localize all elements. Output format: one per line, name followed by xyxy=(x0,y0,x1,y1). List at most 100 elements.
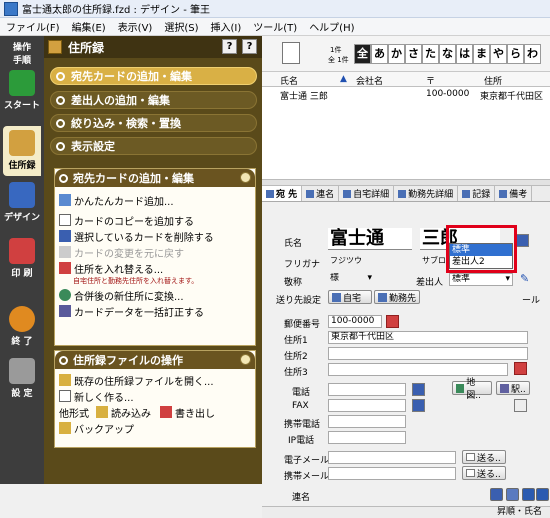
tab-record[interactable]: 記録 xyxy=(458,186,496,201)
sender-select[interactable]: 標準 ▾ xyxy=(449,273,513,286)
backup[interactable]: バックアップ xyxy=(55,420,255,436)
pencil-icon[interactable] xyxy=(490,488,503,501)
nav-sender-label: 差出人の追加・編集 xyxy=(71,94,170,107)
tab-print[interactable]: 印 刷 xyxy=(3,238,41,288)
kana-tab-sa[interactable]: さ xyxy=(405,44,422,64)
honorific-select[interactable]: 様 ▾ xyxy=(328,273,376,286)
home-button[interactable]: 自宅 xyxy=(328,290,372,304)
nav-display-settings[interactable]: 表示設定 xyxy=(50,137,257,155)
export-button[interactable]: 書き出し xyxy=(175,405,215,420)
address1-field[interactable]: 東京都千代田区 xyxy=(328,331,528,344)
kana-tab-ra[interactable]: ら xyxy=(507,44,524,64)
tab-exit[interactable]: 終 了 xyxy=(3,306,41,356)
exit-icon xyxy=(9,306,35,332)
table-row[interactable]: 富士通 三郎 100-0000 東京都千代田区 xyxy=(262,87,550,102)
zip-lookup-icon[interactable] xyxy=(386,315,399,328)
read-icon xyxy=(96,406,108,418)
nav-recipient-card[interactable]: 宛先カードの追加・編集 xyxy=(50,67,257,85)
calendar-icon[interactable] xyxy=(514,399,527,412)
send-email-label: 送る.. xyxy=(477,453,501,464)
pencil-icon[interactable]: ✎ xyxy=(520,273,533,286)
tab-design[interactable]: デザイン xyxy=(3,182,41,232)
column-name[interactable]: 氏名 xyxy=(280,74,298,87)
menu-view[interactable]: 表示(V) xyxy=(112,19,159,34)
kana-tab-wa[interactable]: わ xyxy=(524,44,541,64)
kana-tab-ta[interactable]: た xyxy=(422,44,439,64)
kana-tab-ka[interactable]: か xyxy=(388,44,405,64)
map-button[interactable]: 地図.. xyxy=(452,378,492,401)
kana-tab-ma[interactable]: ま xyxy=(473,44,490,64)
mobile-mail-label: 携帯メール xyxy=(284,472,330,482)
surname-field[interactable]: 富士通 xyxy=(328,228,412,250)
surname-kana-field[interactable]: フジツウ xyxy=(328,255,412,268)
zip-field[interactable]: 100-0000 xyxy=(328,315,382,328)
menu-file[interactable]: ファイル(F) xyxy=(0,19,66,34)
nav-filter-search[interactable]: 絞り込み・検索・置換 xyxy=(50,114,257,132)
tab-notes[interactable]: 備考 xyxy=(495,186,533,201)
splitter[interactable] xyxy=(262,179,550,186)
mobile-mail-field[interactable] xyxy=(328,467,456,480)
ip-phone-field[interactable] xyxy=(328,431,406,444)
card-icon[interactable] xyxy=(516,234,529,247)
eraser-icon[interactable] xyxy=(506,488,519,501)
menu-tools[interactable]: ツール(T) xyxy=(247,19,303,34)
easy-card-add[interactable]: かんたんカード追加... xyxy=(55,192,255,208)
kana-tab-a[interactable]: あ xyxy=(371,44,388,64)
tab-home-detail[interactable]: 自宅詳細 xyxy=(339,186,395,201)
fax-icon[interactable] xyxy=(412,399,425,412)
import-button[interactable]: 読み込み xyxy=(111,405,151,420)
mobile-field[interactable] xyxy=(328,415,406,428)
bullet-icon xyxy=(56,141,65,151)
tab-recipient[interactable]: 宛 先 xyxy=(262,186,303,201)
kana-tab-ya[interactable]: や xyxy=(490,44,507,64)
tab-joint-names[interactable]: 連名 xyxy=(302,186,340,201)
send-mobile-mail-button[interactable]: 送る.. xyxy=(462,466,506,480)
address2-field[interactable] xyxy=(328,347,528,360)
merge-address-convert[interactable]: 合併後の新住所に変換... xyxy=(55,287,255,303)
help-query-button[interactable]: ? xyxy=(222,39,237,54)
column-zip[interactable]: 〒 xyxy=(426,74,435,87)
delete-card[interactable]: 選択しているカードを削除する xyxy=(55,228,255,244)
kana-tab-ha[interactable]: は xyxy=(456,44,473,64)
swap-icon xyxy=(59,262,71,274)
station-button[interactable]: 駅.. xyxy=(496,381,530,395)
send-email-button[interactable]: 送る.. xyxy=(462,450,506,464)
open-existing-file[interactable]: 既存の住所録ファイルを開く... xyxy=(55,372,255,388)
column-address[interactable]: 住所 xyxy=(484,74,502,87)
arrow-down-icon[interactable] xyxy=(536,488,549,501)
map-icon xyxy=(456,383,465,393)
menu-select[interactable]: 選択(S) xyxy=(158,19,204,34)
tab-settings[interactable]: 設 定 xyxy=(3,358,41,400)
batch-edit-cards[interactable]: カードデータを一括訂正する xyxy=(55,303,255,319)
copy-card[interactable]: カードのコピーを追加する xyxy=(55,212,255,228)
collapse-icon[interactable] xyxy=(240,172,251,183)
column-company[interactable]: 会社名 xyxy=(356,74,383,87)
tab-guide[interactable]: 操作 手順 xyxy=(3,40,41,66)
new-file-icon xyxy=(59,390,71,402)
ip-phone-label: IP電話 xyxy=(288,436,315,446)
help-button[interactable]: ? xyxy=(242,39,257,54)
collapse-icon[interactable] xyxy=(240,354,251,365)
house-icon[interactable] xyxy=(514,362,527,375)
nav-sender[interactable]: 差出人の追加・編集 xyxy=(50,91,257,109)
work-button[interactable]: 勤務先 xyxy=(374,290,420,304)
menu-help[interactable]: ヘルプ(H) xyxy=(303,19,360,34)
phone-icon[interactable] xyxy=(412,383,425,396)
swap-address[interactable]: 住所を入れ替える... xyxy=(55,260,255,276)
email-field[interactable] xyxy=(328,451,456,464)
tab-address-book[interactable]: 住所録 xyxy=(3,126,41,176)
row-zip: 100-0000 xyxy=(426,89,470,99)
arrow-up-icon[interactable] xyxy=(522,488,535,501)
tab-start[interactable]: スタート xyxy=(3,70,41,118)
create-new-file[interactable]: 新しく作る... xyxy=(55,388,255,404)
card-view-icon[interactable] xyxy=(282,42,300,64)
card-edit-section-header: 宛先カードの追加・編集 xyxy=(55,169,255,187)
fax-field[interactable] xyxy=(328,399,406,412)
phone-field[interactable] xyxy=(328,383,406,396)
menu-insert[interactable]: 挿入(I) xyxy=(205,19,248,34)
tab-work-detail[interactable]: 勤務先詳細 xyxy=(394,186,459,201)
undo-card-change[interactable]: カードの変更を元に戻す xyxy=(55,244,255,260)
kana-tab-all[interactable]: 全 xyxy=(354,44,371,64)
menu-edit[interactable]: 編集(E) xyxy=(66,19,112,34)
kana-tab-na[interactable]: な xyxy=(439,44,456,64)
